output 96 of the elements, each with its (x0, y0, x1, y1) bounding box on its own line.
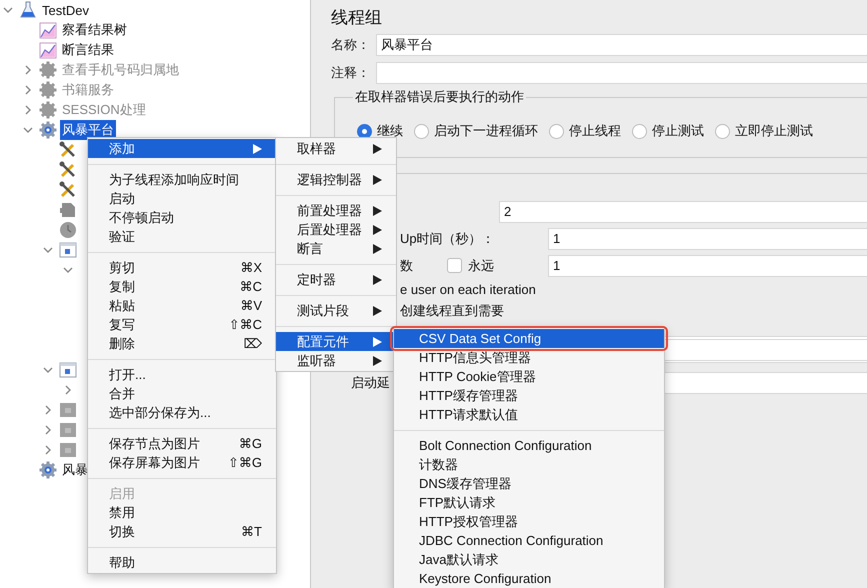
wrench-icon (59, 181, 77, 199)
shortcut-label: ⌘T (241, 524, 262, 540)
menu-item[interactable]: FTP默认请求 (394, 493, 664, 512)
radio-button[interactable] (414, 124, 429, 138)
tree-item[interactable]: 风暴 (60, 460, 90, 480)
menu-item[interactable]: 打开... (88, 365, 276, 384)
menu-item[interactable]: 选中部分保存为... (88, 403, 276, 422)
tree-item[interactable]: TestDev (40, 2, 91, 18)
panel-title: 线程组 (331, 7, 383, 29)
menu-item[interactable]: 定时器 (276, 270, 396, 289)
menu-item[interactable]: 逻辑控制器 (276, 170, 396, 189)
document-icon (59, 241, 77, 259)
module-icon (59, 441, 77, 459)
radio-button[interactable] (632, 124, 647, 138)
menu-item[interactable]: 粘贴 ⌘V (88, 296, 276, 315)
menu-item[interactable]: 监听器 (276, 351, 396, 370)
field-label: 名称： (331, 36, 371, 54)
radio-button[interactable] (357, 124, 372, 138)
radio-button[interactable] (549, 124, 564, 138)
group-legend: 在取样器错误后要执行的动作 (353, 88, 526, 106)
shortcut-label: ⌦ (244, 336, 262, 352)
menu-item[interactable]: Keystore Configuration (394, 569, 664, 588)
menu-item[interactable]: DNS缓存管理器 (394, 474, 664, 493)
menu-item[interactable]: 不停顿启动 (88, 208, 276, 227)
text-field[interactable] (376, 62, 867, 84)
radio-label: 继续 (377, 122, 403, 140)
module-icon (59, 421, 77, 439)
radio-label: 停止测试 (652, 122, 704, 140)
gear-icon (39, 101, 57, 119)
menu-item[interactable]: 测试片段 (276, 301, 396, 320)
menu-item[interactable]: Java默认请求 (394, 550, 664, 569)
chart-icon (39, 41, 57, 59)
gear-icon (39, 61, 57, 79)
text-field[interactable]: 1 (548, 254, 867, 276)
menu-item[interactable]: HTTP授权管理器 (394, 512, 664, 531)
menu-item[interactable]: 为子线程添加响应时间 (88, 170, 276, 189)
radio-label: 启动下一进程循环 (434, 122, 538, 140)
menu-item[interactable]: Bolt Connection Configuration (394, 436, 664, 455)
menu-item[interactable]: HTTP Cookie管理器 (394, 367, 664, 386)
gear-icon (39, 121, 57, 139)
text-field[interactable]: 1 (548, 228, 867, 250)
gear-icon (39, 81, 57, 99)
checkbox[interactable] (447, 258, 462, 273)
menu-item[interactable]: 复制 ⌘C (88, 277, 276, 296)
menu-item[interactable]: 取样器 (276, 139, 396, 158)
flask-icon (19, 1, 37, 19)
shortcut-label: ⇧⌘G (228, 454, 262, 470)
shortcut-label: ⌘C (240, 278, 262, 294)
chart-icon (39, 21, 57, 39)
timer-icon (59, 221, 77, 239)
menu-item[interactable]: HTTP信息头管理器 (394, 348, 664, 367)
shortcut-label: ⇧⌘C (228, 316, 262, 332)
menu-item[interactable]: 禁用 (88, 503, 276, 522)
menu-item[interactable]: 合并 (88, 384, 276, 403)
checkbox-label: 永远 (468, 256, 494, 274)
tree-item[interactable]: 察看结果树 (60, 20, 129, 40)
field-label: 数 (400, 256, 413, 274)
wrench-icon (59, 161, 77, 179)
menu-item[interactable]: 帮助 (88, 553, 276, 572)
shortcut-label: ⌘X (240, 260, 262, 276)
menu-item[interactable]: HTTP缓存管理器 (394, 386, 664, 405)
menu-item[interactable]: 删除 ⌦ (88, 334, 276, 353)
menu-item[interactable]: 启动 (88, 189, 276, 208)
field-label: 启动延 (351, 374, 390, 392)
text-field[interactable]: 风暴平台 (376, 34, 867, 56)
gear-icon (39, 461, 57, 479)
menu-item[interactable]: 添加 (88, 139, 276, 158)
tree-item[interactable]: 断言结果 (60, 40, 116, 60)
menu-item[interactable]: HTTP请求默认值 (394, 405, 664, 424)
field-label: Up时间（秒）： (400, 230, 495, 248)
menu-item[interactable]: 保存屏幕为图片 ⇧⌘G (88, 453, 276, 472)
block-icon (59, 201, 77, 219)
menu-item[interactable]: 配置元件 (276, 332, 396, 351)
menu-item[interactable]: 前置处理器 (276, 201, 396, 220)
wrench-icon (59, 141, 77, 159)
menu-item[interactable]: 切换 ⌘T (88, 522, 276, 541)
tree-item[interactable]: 风暴平台 (60, 120, 116, 140)
shortcut-label: ⌘G (238, 436, 262, 452)
menu-item[interactable]: 复写 ⇧⌘C (88, 315, 276, 334)
menu-item[interactable]: JDBC Connection Configuration (394, 531, 664, 550)
field-label: 注释： (331, 64, 371, 82)
menu-item[interactable]: 计数器 (394, 455, 664, 474)
menu-item[interactable]: 后置处理器 (276, 220, 396, 239)
radio-label: 停止线程 (569, 122, 621, 140)
menu-item[interactable]: 保存节点为图片 ⌘G (88, 434, 276, 453)
radio-label: 立即停止测试 (735, 122, 813, 140)
checkbox-label: e user on each iteration (400, 282, 536, 297)
text-field[interactable]: 2 (499, 200, 867, 222)
module-icon (59, 401, 77, 419)
menu-item[interactable]: 验证 (88, 227, 276, 246)
menu-item[interactable]: 断言 (276, 239, 396, 258)
shortcut-label: ⌘V (240, 298, 262, 314)
document-icon (59, 361, 77, 379)
menu-item[interactable]: 剪切 ⌘X (88, 258, 276, 277)
radio-button[interactable] (715, 124, 730, 138)
checkbox-label: 创建线程直到需要 (400, 302, 504, 320)
